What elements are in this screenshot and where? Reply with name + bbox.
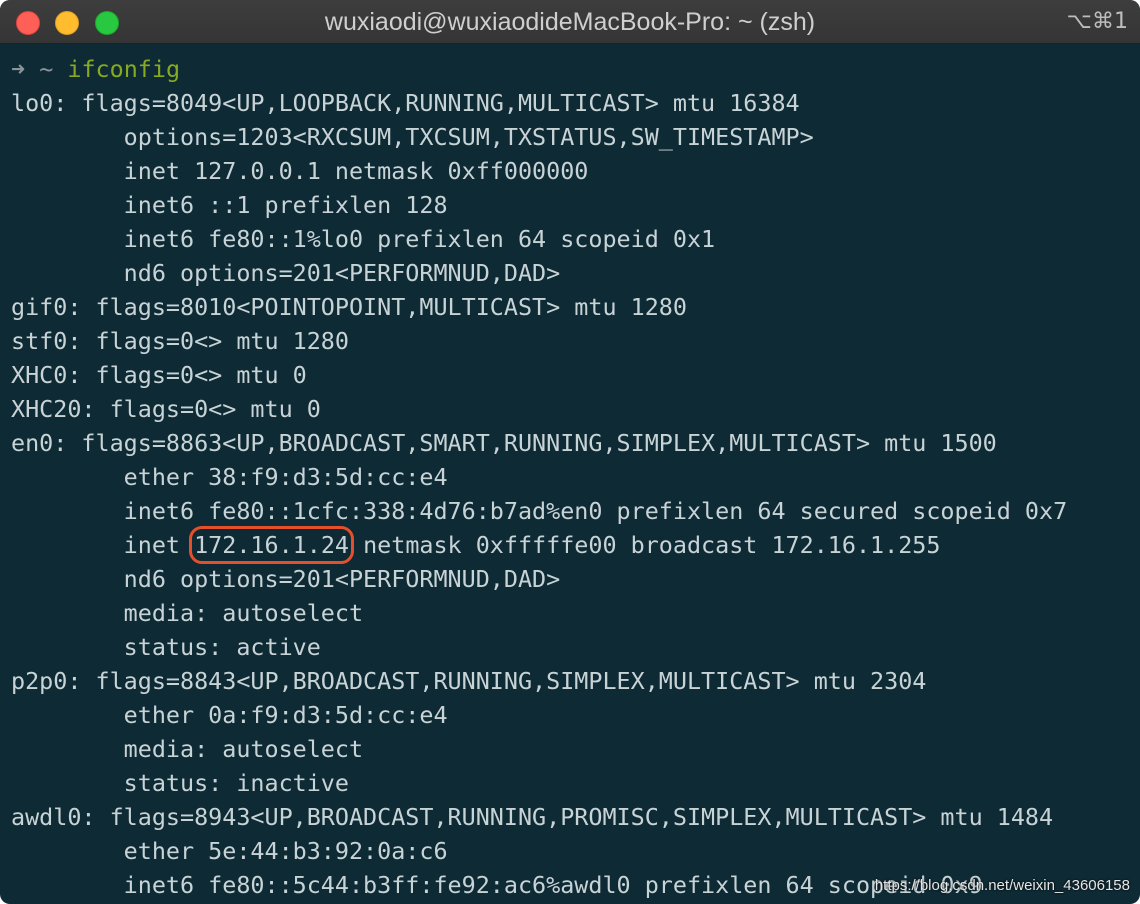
output-line: nd6 options=201<PERFORMNUD,DAD>	[11, 259, 561, 287]
output-line: status: active	[11, 633, 321, 661]
command-text: ifconfig	[67, 55, 181, 83]
output-line: media: autoselect	[11, 599, 364, 627]
output-line: p2p0: flags=8843<UP,BROADCAST,RUNNING,SI…	[11, 667, 927, 695]
output-line: en0: flags=8863<UP,BROADCAST,SMART,RUNNI…	[11, 429, 997, 457]
output-line: lo0: flags=8049<UP,LOOPBACK,RUNNING,MULT…	[11, 89, 800, 117]
highlight-suffix: netmask 0xfffffe00 broadcast 172.16.1.25…	[348, 531, 941, 559]
terminal-window: wuxiaodi@wuxiaodideMacBook-Pro: ~ (zsh) …	[0, 0, 1140, 904]
output-line: nd6 options=201<PERFORMNUD,DAD>	[11, 565, 561, 593]
prompt-cwd: ~	[39, 55, 54, 83]
output-line: options=1203<RXCSUM,TXCSUM,TXSTATUS,SW_T…	[11, 123, 814, 151]
output-line: status: inactive	[11, 769, 349, 797]
title-bar[interactable]: wuxiaodi@wuxiaodideMacBook-Pro: ~ (zsh) …	[0, 0, 1140, 44]
output-line-highlighted: inet 172.16.1.24 netmask 0xfffffe00 broa…	[11, 526, 1140, 564]
highlight-prefix: inet	[11, 531, 195, 559]
prompt-line: ➜ ~ ifconfig	[11, 52, 1140, 86]
output-line: ether 0a:f9:d3:5d:cc:e4	[11, 701, 448, 729]
output-line: XHC20: flags=0<> mtu 0	[11, 395, 321, 423]
output-line: inet6 ::1 prefixlen 128	[11, 191, 448, 219]
output-line: ether 38:f9:d3:5d:cc:e4	[11, 463, 448, 491]
watermark: https://blog.csdn.net/weixin_43606158	[874, 877, 1130, 894]
output-line: XHC0: flags=0<> mtu 0	[11, 361, 307, 389]
output-line: media: autoselect	[11, 735, 364, 763]
terminal-output[interactable]: ➜ ~ ifconfig lo0: flags=8049<UP,LOOPBACK…	[11, 52, 1140, 902]
output-line: stf0: flags=0<> mtu 1280	[11, 327, 349, 355]
output-line: inet 127.0.0.1 netmask 0xff000000	[11, 157, 589, 185]
output-line: inet6 fe80::1cfc:338:4d76:b7ad%en0 prefi…	[11, 497, 1068, 525]
window-shortcut: ⌥⌘1	[1066, 9, 1128, 34]
prompt-arrow-icon: ➜	[11, 55, 26, 83]
output-line: inet6 fe80::1%lo0 prefixlen 64 scopeid 0…	[11, 225, 716, 253]
output-line: awdl0: flags=8943<UP,BROADCAST,RUNNING,P…	[11, 803, 1054, 831]
output-line: ether 5e:44:b3:92:0a:c6	[11, 837, 448, 865]
output-line: gif0: flags=8010<POINTOPOINT,MULTICAST> …	[11, 293, 687, 321]
window-title: wuxiaodi@wuxiaodideMacBook-Pro: ~ (zsh)	[324, 8, 816, 36]
ip-address-highlight: 172.16.1.24	[189, 526, 354, 564]
